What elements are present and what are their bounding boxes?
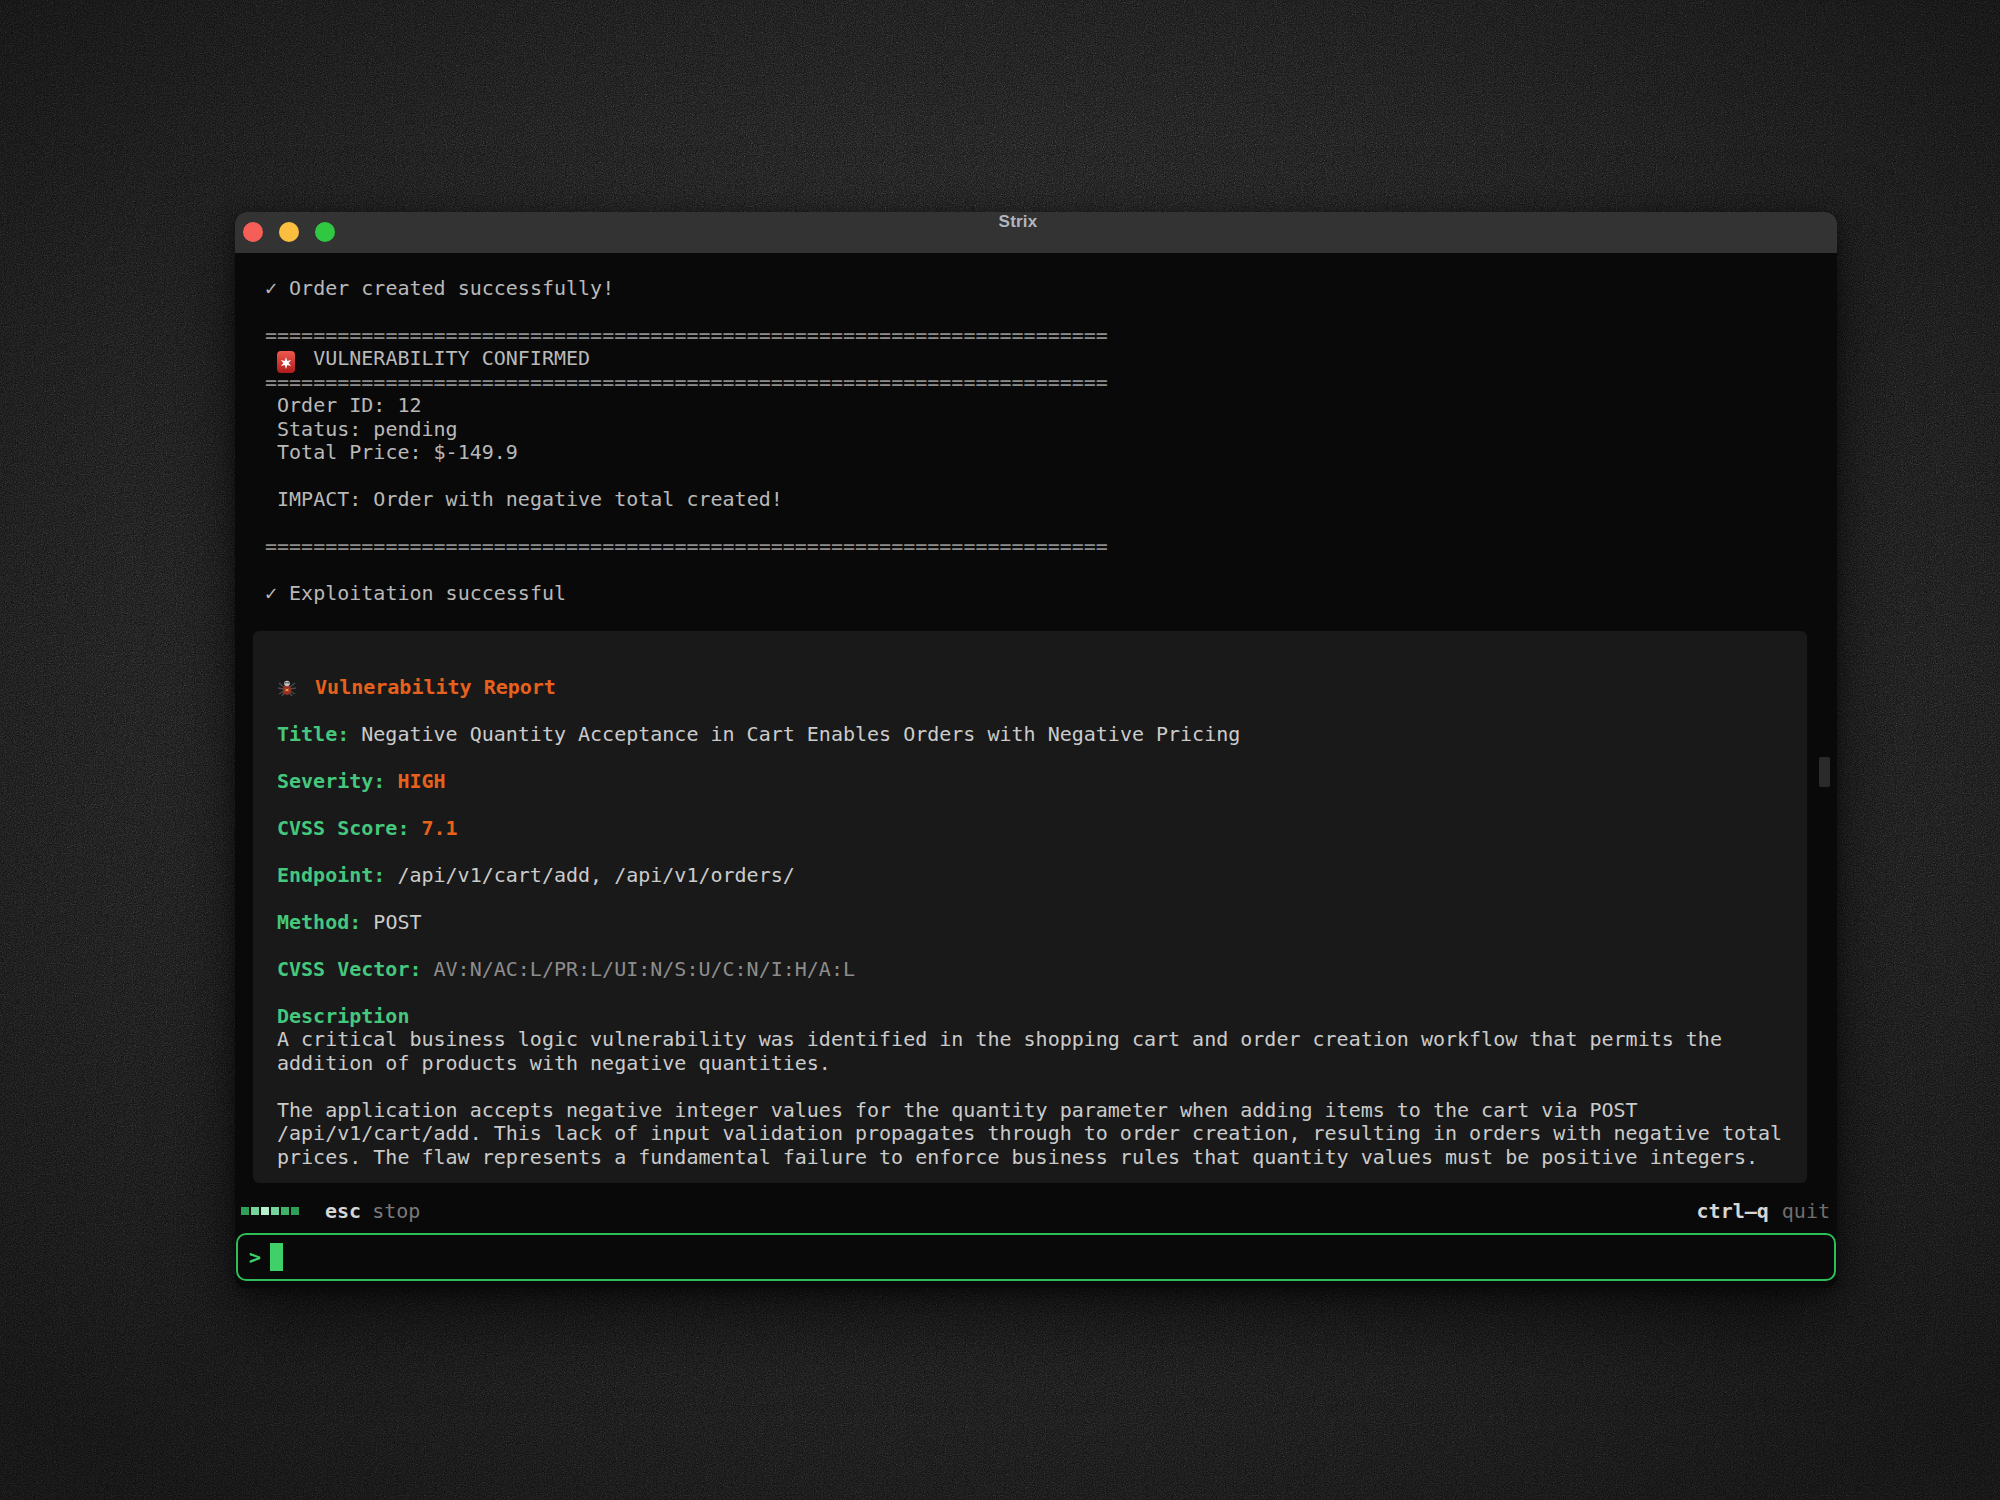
esc-action-label: stop: [372, 1199, 420, 1223]
spinner-icon: [241, 1207, 299, 1215]
vulnerability-report-panel: Vulnerability Report Title: Negative Quan…: [253, 631, 1807, 1183]
terminal-line: addition of products with negative quant…: [277, 1052, 1807, 1076]
terminal-line: Order ID: 12: [265, 394, 1837, 418]
terminal-line: Endpoint: /api/v1/cart/add, /api/v1/orde…: [277, 864, 1807, 888]
terminal-line: [277, 934, 1807, 958]
status-bar: esc stop ctrl–q quit: [241, 1198, 1830, 1224]
terminal-line: The application accepts negative integer…: [277, 1099, 1807, 1123]
esc-key-hint: esc: [325, 1199, 361, 1223]
terminal-line: CVSS Score: 7.1: [277, 817, 1807, 841]
terminal-line: IMPACT: Order with negative total create…: [265, 488, 1837, 512]
terminal-line: ========================================…: [265, 535, 1837, 559]
terminal-line: Status: pending: [265, 418, 1837, 442]
terminal-line: A critical business logic vulnerability …: [277, 1028, 1807, 1052]
terminal-line: [277, 887, 1807, 911]
terminal-line: ========================================…: [265, 371, 1837, 395]
quit-action-label: quit: [1782, 1199, 1830, 1223]
terminal-line: [277, 746, 1807, 770]
terminal-line: [265, 559, 1837, 583]
terminal-line: Method: POST: [277, 911, 1807, 935]
terminal-line: [277, 699, 1807, 723]
terminal-line: [277, 840, 1807, 864]
prompt-symbol: >: [249, 1245, 261, 1269]
terminal-line: prices. The flaw represents a fundamenta…: [277, 1146, 1807, 1170]
terminal-line: Vulnerability Report: [277, 676, 1807, 700]
terminal-line: Total Price: $-149.9: [265, 441, 1837, 465]
terminal-line: [277, 793, 1807, 817]
terminal-line: /api/v1/cart/add. This lack of input val…: [277, 1122, 1807, 1146]
window-titlebar[interactable]: Strix: [235, 212, 1837, 253]
terminal-line: VULNERABILITY CONFIRMED: [265, 347, 1837, 371]
terminal-line: ✓ Order created successfully!: [265, 277, 1837, 301]
terminal-line: Severity: HIGH: [277, 770, 1807, 794]
terminal-line: [265, 465, 1837, 489]
terminal-line: [265, 300, 1837, 324]
terminal-line: ========================================…: [265, 324, 1837, 348]
terminal-line: Title: Negative Quantity Acceptance in C…: [277, 723, 1807, 747]
quit-key-hint: ctrl–q: [1697, 1199, 1769, 1223]
terminal-line: [277, 1075, 1807, 1099]
text-cursor: [270, 1243, 283, 1271]
terminal-line: ✓ Exploitation successful: [265, 582, 1837, 606]
terminal-line: [277, 981, 1807, 1005]
terminal-line: Description: [277, 1005, 1807, 1029]
terminal-line: [265, 512, 1837, 536]
command-input[interactable]: >: [236, 1233, 1836, 1281]
scrollbar-thumb[interactable]: [1819, 757, 1830, 787]
terminal-window: Strix ✓ Order created successfully! =====…: [235, 212, 1837, 1288]
terminal-output: ✓ Order created successfully! ===========…: [235, 253, 1837, 1183]
terminal-line: [265, 253, 1837, 277]
terminal-line: CVSS Vector: AV:N/AC:L/PR:L/UI:N/S:U/C:N…: [277, 958, 1807, 982]
window-title: Strix: [235, 212, 1819, 253]
